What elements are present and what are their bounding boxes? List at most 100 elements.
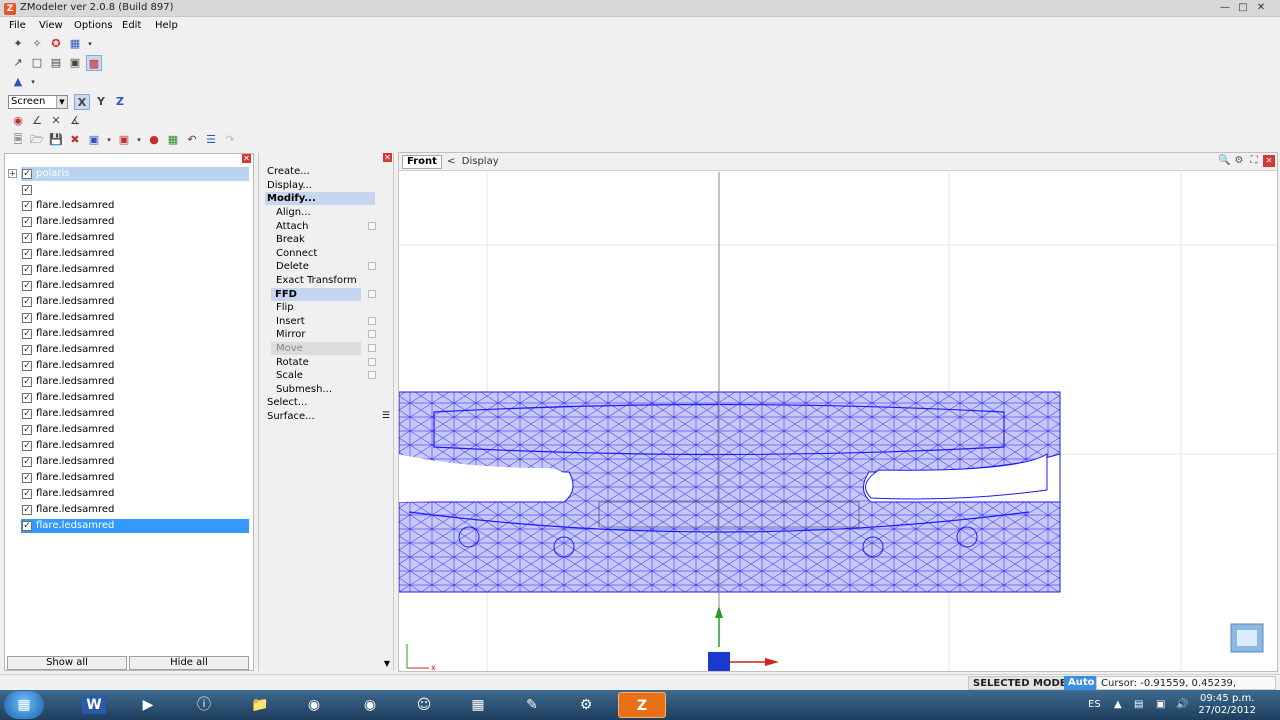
checkbox[interactable]: ✓: [22, 489, 32, 499]
tree-item[interactable]: ✓ flare.ledsamred: [5, 439, 251, 453]
zmodeler-taskbar-icon[interactable]: Z: [618, 692, 666, 718]
network-icon[interactable]: ▤: [1134, 690, 1143, 720]
bumper-mesh[interactable]: [399, 391, 1061, 593]
checkbox[interactable]: ✓: [22, 265, 32, 275]
tree-item[interactable]: ✓ flare.ledsamred: [5, 503, 251, 517]
dropdown-arrow-icon[interactable]: ▾: [86, 40, 94, 48]
checkbox[interactable]: ✓: [22, 505, 32, 515]
menu-view[interactable]: View: [39, 20, 63, 31]
firefox-taskbar-icon[interactable]: ◉: [346, 692, 394, 718]
internet-explorer-taskbar-icon[interactable]: ⓘ: [180, 692, 228, 718]
cmd-break[interactable]: Break: [276, 233, 305, 246]
select-edge-icon[interactable]: ✧: [29, 36, 45, 52]
system-clock[interactable]: 09:45 p.m. 27/02/2012: [1198, 693, 1256, 717]
viewport-front[interactable]: Front < Display 🔍 ⚙ ⛶ ✕ x: [398, 152, 1278, 672]
tree-item[interactable]: ✓ flare.ledsamred: [5, 455, 251, 469]
redo-icon[interactable]: ↷: [222, 132, 238, 148]
checkbox[interactable]: ✓: [22, 521, 32, 531]
checkbox[interactable]: ✓: [22, 329, 32, 339]
minimize-button[interactable]: —: [1216, 2, 1234, 14]
language-indicator[interactable]: ES: [1088, 690, 1101, 720]
messenger-taskbar-icon[interactable]: ☺: [400, 692, 448, 718]
settings-icon[interactable]: ⚙: [1233, 155, 1245, 167]
cmd-insert[interactable]: Insert: [276, 315, 305, 328]
transform-gizmo[interactable]: [708, 606, 779, 672]
cmd-select[interactable]: Select...: [267, 396, 307, 409]
chrome-taskbar-icon[interactable]: ◉: [290, 692, 338, 718]
checkbox[interactable]: ✓: [22, 457, 32, 467]
delete-icon[interactable]: ✖: [67, 132, 83, 148]
select-figure-icon[interactable]: ✪: [48, 36, 64, 52]
view-name-button[interactable]: Front: [402, 155, 442, 169]
option-box-icon[interactable]: [368, 221, 376, 230]
line-tool-icon[interactable]: ↗: [10, 55, 26, 71]
tree-item[interactable]: ✓ flare.ledsamred: [5, 311, 251, 325]
maximize-button[interactable]: □: [1234, 2, 1252, 14]
tree-item[interactable]: ✓ flare.ledsamred: [5, 215, 251, 229]
tree-item[interactable]: ✓ flare.ledsamred: [5, 199, 251, 213]
selected-mode-indicator[interactable]: SELECTED MODE: [968, 676, 1072, 690]
axis-mode-combo[interactable]: Screen ▼: [8, 95, 68, 109]
tree-item[interactable]: ✓ flare.ledsamred: [5, 295, 251, 309]
cmd-ffd[interactable]: FFD: [271, 287, 361, 301]
checkbox[interactable]: ✓: [22, 217, 32, 227]
box-select-icon[interactable]: □: [29, 55, 45, 71]
open-folder-icon[interactable]: 🗁: [29, 132, 45, 148]
tree-item[interactable]: ✓ flare.ledsamred: [21, 519, 249, 533]
checkbox[interactable]: ✓: [22, 249, 32, 259]
cmd-attach[interactable]: Attach: [276, 220, 308, 233]
list-icon[interactable]: ☰: [203, 132, 219, 148]
axis-x-button[interactable]: X: [74, 94, 90, 110]
close-icon[interactable]: ✕: [383, 153, 392, 162]
checkbox[interactable]: ✓: [22, 473, 32, 483]
select-vertex-icon[interactable]: ✦: [10, 36, 26, 52]
tree-item[interactable]: ✓ flare.ledsamred: [5, 423, 251, 437]
option-box-icon[interactable]: [368, 371, 376, 380]
explorer-taskbar-icon[interactable]: 📁: [236, 692, 284, 718]
tree-root-item[interactable]: ✓ polaris: [21, 167, 249, 181]
tree-item[interactable]: ✓ flare.ledsamred: [5, 471, 251, 485]
checkbox[interactable]: ✓: [22, 393, 32, 403]
media-player-taskbar-icon[interactable]: ▶: [124, 692, 172, 718]
cmd-modify[interactable]: Modify...: [265, 192, 375, 205]
checkbox[interactable]: ✓: [22, 233, 32, 243]
volume-icon[interactable]: 🔊: [1176, 690, 1188, 720]
axis-y-button[interactable]: Y: [93, 94, 109, 110]
option-box-icon[interactable]: [368, 289, 376, 298]
checkbox[interactable]: ✓: [22, 409, 32, 419]
menu-edit[interactable]: Edit: [122, 20, 141, 31]
axis-z-button[interactable]: Z: [112, 94, 128, 110]
cube-selected-icon[interactable]: ▩: [86, 55, 102, 71]
cmd-move[interactable]: Move: [271, 342, 361, 355]
angle-icon[interactable]: ∡: [67, 113, 83, 129]
show-all-button[interactable]: Show all: [7, 656, 127, 670]
checkbox[interactable]: ✓: [22, 281, 32, 291]
tree-expand-icon[interactable]: +: [8, 169, 17, 178]
align-icon[interactable]: ∠: [29, 113, 45, 129]
tree-item[interactable]: ✓ flare.ledsamred: [5, 247, 251, 261]
tree-item[interactable]: ✓ flare.ledsamred: [5, 279, 251, 293]
dropdown-arrow-icon[interactable]: ▾: [135, 136, 143, 144]
snap-icon[interactable]: ◉: [10, 113, 26, 129]
tree-item[interactable]: ✓ flare.ledsamred: [5, 343, 251, 357]
tree-item[interactable]: ✓ flare.ledsamred: [5, 231, 251, 245]
dropdown-arrow-icon[interactable]: ▾: [105, 136, 113, 144]
undo-icon[interactable]: ↶: [184, 132, 200, 148]
cmd-submesh[interactable]: Submesh...: [276, 383, 332, 396]
maximize-view-icon[interactable]: ⛶: [1248, 155, 1260, 167]
cmd-mirror[interactable]: Mirror: [276, 328, 305, 341]
hide-all-button[interactable]: Hide all: [129, 656, 249, 670]
checkbox[interactable]: ✓: [22, 201, 32, 211]
export-icon[interactable]: ▣: [116, 132, 132, 148]
zoom-icon[interactable]: 🔍: [1218, 155, 1230, 167]
tree-item[interactable]: ✓ flare.ledsamred: [5, 375, 251, 389]
menu-options[interactable]: Options: [74, 20, 113, 31]
viewport-canvas[interactable]: x: [399, 172, 1278, 672]
option-box-icon[interactable]: [368, 330, 376, 339]
cmd-rotate[interactable]: Rotate: [276, 356, 309, 369]
auto-indicator[interactable]: Auto: [1064, 676, 1099, 690]
save-icon[interactable]: 💾: [48, 132, 64, 148]
dropdown-arrow-icon[interactable]: ▾: [29, 78, 37, 86]
cmd-create[interactable]: Create...: [267, 165, 310, 178]
checkbox[interactable]: ✓: [22, 313, 32, 323]
